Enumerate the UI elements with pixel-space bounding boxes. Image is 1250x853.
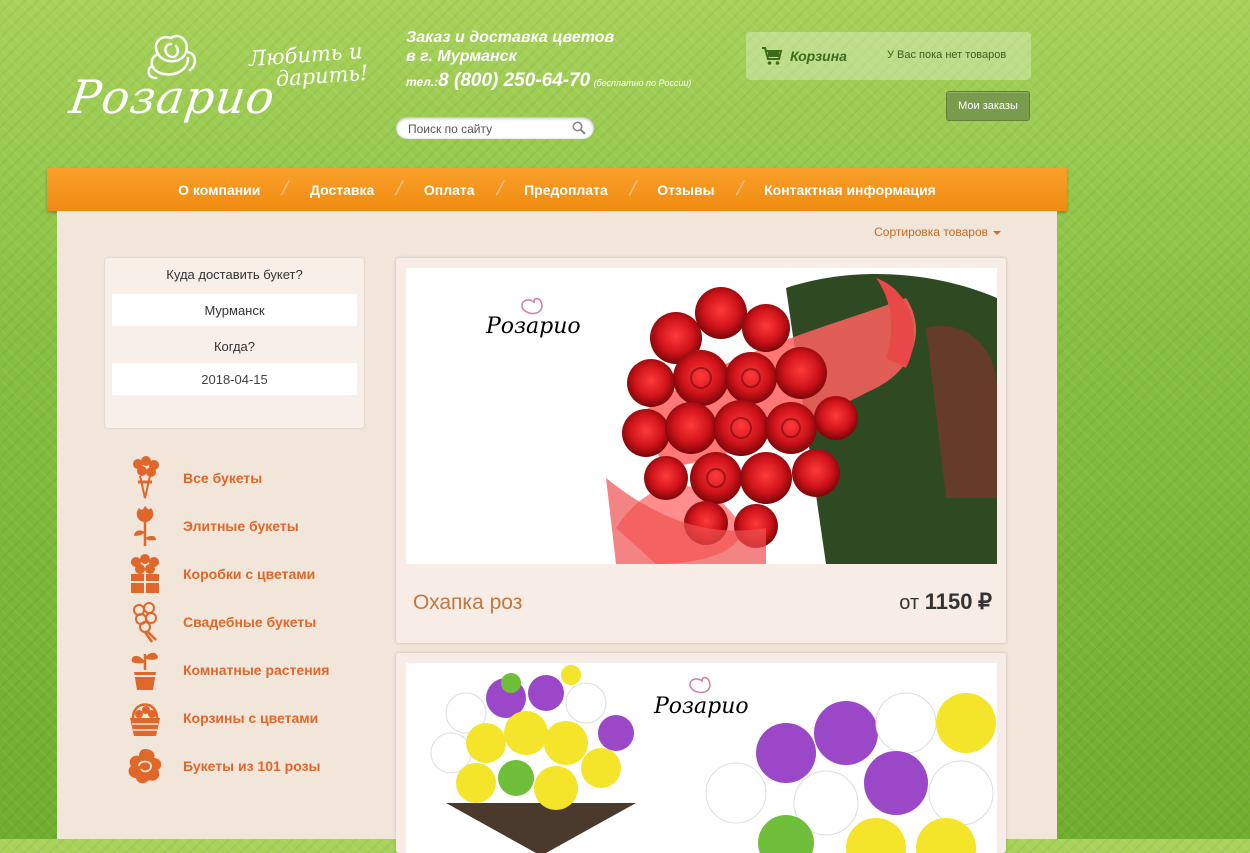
cart-empty-text: У Вас пока нет товаров (887, 49, 1007, 61)
category-label: Все букеты (183, 470, 263, 486)
category-label: Корзины с цветами (183, 710, 319, 726)
bouquet-icon (125, 456, 165, 500)
nav-item-delivery[interactable]: Доставка (288, 182, 396, 198)
svg-text:Розарио: Розарио (485, 314, 581, 339)
product-name[interactable]: Охапка роз (413, 591, 522, 615)
main-nav: О компании / Доставка / Оплата / Предопл… (47, 168, 1067, 211)
category-label: Коробки с цветами (183, 566, 316, 582)
nav-item-contacts[interactable]: Контактная информация (742, 182, 958, 198)
category-item-elite[interactable]: Элитные букеты (125, 502, 329, 550)
site-search (396, 117, 594, 139)
chrysanthemum-bouquet-image: Розарио (430, 665, 996, 853)
chevron-down-icon (993, 230, 1001, 235)
phone-number[interactable]: 8 (800) 250-64-70 (438, 70, 590, 91)
brand-watermark: Розарио (485, 297, 581, 339)
date-field[interactable]: 2018-04-15 (112, 363, 357, 395)
category-item-flower-boxes[interactable]: Коробки с цветами (125, 550, 329, 598)
product-card[interactable]: Розарио Охапка роз от 1150 ₽ (396, 258, 1006, 643)
svg-text:Розарио: Розарио (653, 694, 749, 719)
price-value: 1150 (924, 589, 973, 614)
site-logo[interactable]: Розарио Любить и дарить! (66, 28, 380, 138)
category-item-all-bouquets[interactable]: Все букеты (125, 454, 329, 502)
product-image[interactable]: Розарио (406, 663, 997, 853)
rose-bouquet-image: Розарио (485, 274, 997, 564)
flower-basket-icon (125, 696, 165, 740)
category-label: Элитные букеты (183, 518, 299, 534)
nav-item-prepayment[interactable]: Предоплата (502, 182, 630, 198)
price-currency: ₽ (978, 589, 992, 614)
my-orders-button[interactable]: Мои заказы (946, 91, 1030, 121)
shopping-cart-icon (762, 47, 783, 65)
category-label: Комнатные растения (183, 662, 330, 678)
when-label: Когда? (213, 339, 255, 354)
potted-plant-icon (125, 648, 165, 692)
where-label: Куда доставить букет? (166, 267, 303, 282)
product-image[interactable]: Розарио (406, 268, 997, 564)
brand-watermark: Розарио (653, 676, 749, 719)
wedding-bouquet-icon (125, 600, 165, 644)
delivery-widget: Куда доставить букет? Мурманск Когда? 20… (105, 258, 364, 428)
phone-row: тел.:8 (800) 250-64-70 (бесплатно по Рос… (406, 70, 691, 92)
nav-item-payment[interactable]: Оплата (402, 182, 497, 198)
content-panel: Сортировка товаров Куда доставить букет?… (57, 211, 1057, 853)
search-icon[interactable] (572, 121, 586, 135)
nav-item-about[interactable]: О компании (156, 182, 282, 198)
product-card[interactable]: Розарио (396, 653, 1006, 853)
category-item-house-plants[interactable]: Комнатные растения (125, 646, 329, 694)
logo-tagline: Любить и дарить! (244, 39, 370, 92)
category-label: Букеты из 101 розы (183, 758, 321, 774)
sort-label: Сортировка товаров (874, 225, 988, 239)
category-label: Свадебные букеты (183, 614, 317, 630)
search-input[interactable] (406, 120, 570, 138)
category-list: Все букеты Элитные букеты Коробки с цвет… (125, 454, 329, 790)
price-prefix: от (899, 592, 920, 614)
sort-dropdown[interactable]: Сортировка товаров (874, 225, 1001, 239)
phone-prefix: тел.: (406, 75, 439, 89)
product-price: от 1150 ₽ (899, 589, 992, 615)
cart-widget[interactable]: Корзина У Вас пока нет товаров (746, 32, 1031, 80)
info-line-1: Заказ и доставка цветов (406, 29, 615, 46)
category-item-101-roses[interactable]: Букеты из 101 розы (125, 742, 329, 790)
city-field[interactable]: Мурманск (112, 294, 357, 326)
category-item-wedding[interactable]: Свадебные букеты (125, 598, 329, 646)
phone-note: (бесплатно по России) (593, 78, 692, 88)
rose-101-icon (125, 744, 165, 788)
flower-box-icon (125, 552, 165, 596)
cart-label: Корзина (790, 48, 847, 64)
nav-item-reviews[interactable]: Отзывы (635, 182, 736, 198)
category-item-baskets[interactable]: Корзины с цветами (125, 694, 329, 742)
info-line-2: в г. Мурманск (406, 48, 517, 65)
elite-rose-icon (125, 504, 165, 548)
tagline-line-2: дарить! (275, 60, 370, 92)
contact-info: Заказ и доставка цветов в г. Мурманск те… (406, 28, 691, 92)
